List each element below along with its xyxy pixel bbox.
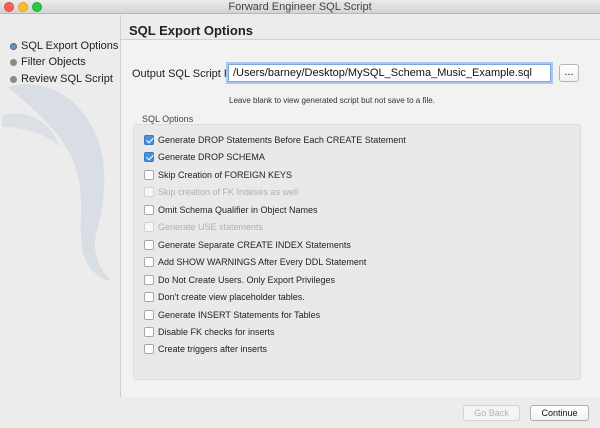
option-label: Generate INSERT Statements for Tables [158, 310, 321, 320]
option-label: Generate Separate CREATE INDEX Statement… [158, 240, 351, 250]
option-label: Create triggers after inserts [158, 344, 268, 354]
checkbox-icon[interactable] [144, 344, 154, 354]
option-no-view-placeholders[interactable]: Don't create view placeholder tables. [144, 290, 305, 304]
option-label: Omit Schema Qualifier in Object Names [158, 205, 318, 215]
option-label: Skip Creation of FOREIGN KEYS [158, 170, 293, 180]
output-file-hint: Leave blank to view generated script but… [229, 96, 435, 105]
option-disable-fk-checks[interactable]: Disable FK checks for inserts [144, 325, 275, 339]
option-label: Generate DROP SCHEMA [158, 152, 265, 162]
checkbox-checked-icon[interactable] [144, 152, 154, 162]
maximize-window-button[interactable] [32, 2, 42, 12]
checkbox-icon[interactable] [144, 327, 154, 337]
checkbox-icon[interactable] [144, 292, 154, 302]
checkbox-disabled-icon [144, 187, 154, 197]
wizard-sidebar: SQL Export Options Filter Objects Review… [0, 15, 120, 428]
option-label: Don't create view placeholder tables. [158, 292, 305, 302]
step-sql-export-options[interactable]: SQL Export Options [10, 39, 118, 53]
minimize-window-button[interactable] [18, 2, 28, 12]
option-omit-schema-qualifier[interactable]: Omit Schema Qualifier in Object Names [144, 203, 318, 217]
checkbox-icon[interactable] [144, 310, 154, 320]
option-label: Disable FK checks for inserts [158, 327, 275, 337]
browse-file-button[interactable]: ... [559, 64, 579, 82]
checkbox-icon[interactable] [144, 205, 154, 215]
continue-button[interactable]: Continue [530, 405, 589, 421]
option-create-triggers-after-inserts[interactable]: Create triggers after inserts [144, 342, 267, 356]
step-filter-objects[interactable]: Filter Objects [10, 55, 86, 69]
export-options-content: Output SQL Script File: ... Leave blank … [121, 39, 600, 397]
step-review-sql-script[interactable]: Review SQL Script [10, 72, 113, 86]
close-window-button[interactable] [4, 2, 14, 12]
option-add-show-warnings[interactable]: Add SHOW WARNINGS After Every DDL Statem… [144, 255, 366, 269]
step-label: Review SQL Script [21, 73, 113, 85]
checkbox-disabled-icon [144, 222, 154, 232]
output-file-input[interactable] [228, 64, 551, 82]
option-label: Generate USE statements [158, 222, 264, 232]
option-label: Add SHOW WARNINGS After Every DDL Statem… [158, 257, 367, 267]
sql-options-label: SQL Options [142, 114, 194, 124]
page-title: SQL Export Options [129, 23, 253, 38]
checkbox-icon[interactable] [144, 240, 154, 250]
step-pending-icon [10, 75, 17, 83]
title-bar: Forward Engineer SQL Script [0, 0, 600, 14]
option-generate-drop-statements[interactable]: Generate DROP Statements Before Each CRE… [144, 133, 406, 147]
go-back-button: Go Back [463, 405, 520, 421]
step-label: Filter Objects [21, 56, 86, 68]
option-label: Do Not Create Users. Only Export Privile… [158, 275, 336, 285]
option-separate-create-index[interactable]: Generate Separate CREATE INDEX Statement… [144, 238, 351, 252]
option-do-not-create-users[interactable]: Do Not Create Users. Only Export Privile… [144, 273, 335, 287]
checkbox-icon[interactable] [144, 257, 154, 267]
option-label: Skip creation of FK Indexes as well [158, 187, 299, 197]
window-title: Forward Engineer SQL Script [228, 1, 372, 13]
option-generate-use-statements: Generate USE statements [144, 220, 263, 234]
checkbox-icon[interactable] [144, 170, 154, 180]
option-skip-fk-indexes: Skip creation of FK Indexes as well [144, 185, 298, 199]
checkbox-checked-icon[interactable] [144, 135, 154, 145]
option-generate-insert-statements[interactable]: Generate INSERT Statements for Tables [144, 308, 320, 322]
option-generate-drop-schema[interactable]: Generate DROP SCHEMA [144, 150, 265, 164]
step-current-icon [10, 42, 17, 50]
sql-options-group: Generate DROP Statements Before Each CRE… [133, 124, 581, 380]
option-label: Generate DROP Statements Before Each CRE… [158, 135, 406, 145]
step-label: SQL Export Options [21, 40, 119, 52]
main-panel: SQL Export Options Output SQL Script Fil… [120, 15, 600, 397]
mysql-dolphin-watermark-icon [2, 84, 112, 281]
option-skip-foreign-keys[interactable]: Skip Creation of FOREIGN KEYS [144, 168, 292, 182]
checkbox-icon[interactable] [144, 275, 154, 285]
forward-engineer-window: Forward Engineer SQL Script SQL Export O… [0, 0, 600, 428]
step-pending-icon [10, 58, 17, 66]
